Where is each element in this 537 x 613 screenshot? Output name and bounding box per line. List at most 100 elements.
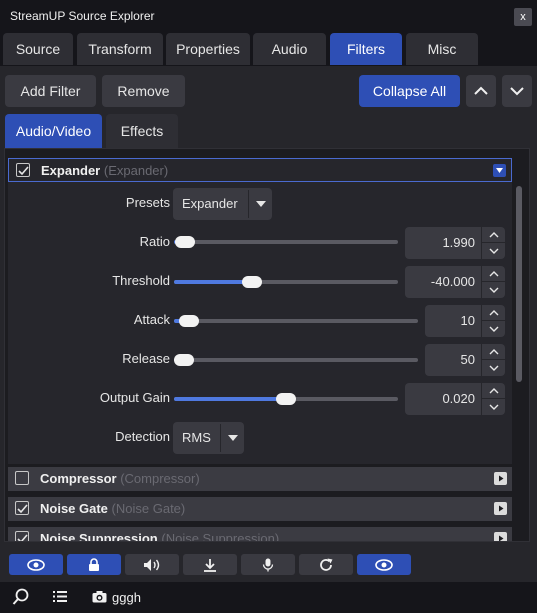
slider-handle[interactable]	[178, 315, 199, 327]
presets-value: Expander	[182, 196, 238, 211]
release-value: 50	[460, 352, 475, 367]
filter-type: (Noise Gate)	[111, 501, 186, 516]
eye-icon	[27, 558, 45, 571]
filter-enable-checkbox[interactable]	[15, 531, 29, 541]
lock-toggle-button[interactable]	[67, 554, 121, 575]
release-spinbox[interactable]: 50	[425, 344, 506, 376]
eye-icon	[375, 558, 393, 571]
increment-button[interactable]	[482, 266, 506, 282]
expand-toggle[interactable]	[494, 502, 507, 515]
subtab-effects[interactable]: Effects	[106, 114, 178, 148]
increment-button[interactable]	[482, 383, 506, 399]
detection-dropdown[interactable]: RMS	[173, 422, 244, 454]
close-button[interactable]: x	[514, 8, 532, 26]
threshold-spinbox[interactable]: -40.000	[405, 266, 506, 298]
download-icon	[204, 558, 216, 572]
tab-transform[interactable]: Transform	[77, 33, 163, 65]
list-clip: Noise Suppression (Noise Suppression)	[0, 526, 537, 541]
slider-handle[interactable]	[174, 354, 194, 366]
refresh-button[interactable]	[299, 554, 353, 575]
ratio-value: 1.990	[442, 235, 475, 250]
speaker-icon	[144, 558, 160, 571]
ratio-slider[interactable]	[174, 236, 398, 248]
microphone-icon	[262, 558, 274, 571]
tab-properties[interactable]: Properties	[166, 33, 250, 65]
filter-type: (Compressor)	[120, 471, 200, 486]
decrement-button[interactable]	[482, 321, 506, 337]
threshold-label: Threshold	[112, 273, 170, 288]
increment-button[interactable]	[482, 227, 506, 243]
filter-name: Noise Suppression	[40, 531, 158, 541]
vertical-scrollbar[interactable]	[516, 182, 524, 534]
slider-handle[interactable]	[175, 236, 196, 248]
checkmark-icon	[17, 504, 28, 514]
slider-fill	[174, 280, 253, 284]
visibility-toggle-button-2[interactable]	[357, 554, 411, 575]
scrollbar-thumb[interactable]	[516, 186, 522, 382]
visibility-toggle-button[interactable]	[9, 554, 63, 575]
dropdown-arrow-icon	[256, 201, 266, 207]
attack-slider[interactable]	[174, 315, 418, 327]
chevron-down-icon	[489, 404, 499, 410]
search-icon[interactable]	[12, 588, 30, 606]
tab-misc[interactable]: Misc	[406, 33, 478, 65]
filter-name: Compressor	[40, 471, 117, 486]
add-filter-button[interactable]: Add Filter	[5, 75, 96, 107]
slider-handle[interactable]	[242, 276, 263, 288]
decrement-button[interactable]	[482, 243, 506, 259]
filter-enable-checkbox[interactable]	[15, 471, 29, 485]
chevron-up-icon	[489, 388, 499, 394]
audio-toggle-button[interactable]	[125, 554, 179, 575]
spin-buttons	[481, 383, 506, 415]
decrement-button[interactable]	[482, 399, 506, 415]
filter-enable-checkbox[interactable]	[15, 501, 29, 515]
increment-button[interactable]	[482, 344, 506, 360]
increment-button[interactable]	[482, 305, 506, 321]
output-gain-spinbox[interactable]: 0.020	[405, 383, 506, 415]
download-button[interactable]	[183, 554, 237, 575]
source-name: gggh	[112, 590, 141, 605]
decrement-button[interactable]	[482, 282, 506, 298]
spin-buttons	[481, 266, 506, 298]
tab-audio[interactable]: Audio	[253, 33, 326, 65]
spin-buttons	[481, 227, 506, 259]
threshold-slider[interactable]	[174, 276, 398, 288]
expand-toggle[interactable]	[494, 472, 507, 485]
release-slider[interactable]	[174, 354, 418, 366]
list-icon[interactable]	[53, 590, 67, 603]
ratio-label: Ratio	[139, 234, 170, 249]
combo-separator	[220, 424, 221, 452]
microphone-button[interactable]	[241, 554, 295, 575]
chevron-down-icon	[489, 365, 499, 371]
window-title: StreamUP Source Explorer	[10, 9, 155, 23]
filter-header-compressor[interactable]: Compressor (Compressor)	[8, 467, 512, 491]
slider-handle[interactable]	[276, 393, 296, 405]
output-gain-slider[interactable]	[174, 393, 398, 405]
filter-header-expander[interactable]: Expander (Expander)	[8, 158, 512, 182]
chevron-down-icon	[510, 87, 524, 96]
attack-spinbox[interactable]: 10	[425, 305, 506, 337]
expand-toggle[interactable]	[494, 532, 507, 541]
status-bar: gggh	[0, 582, 537, 613]
presets-dropdown[interactable]: Expander	[173, 188, 272, 220]
decrement-button[interactable]	[482, 360, 506, 376]
release-label: Release	[122, 351, 170, 366]
lock-icon	[89, 557, 99, 571]
checkmark-icon	[17, 534, 28, 541]
tab-source[interactable]: Source	[3, 33, 73, 65]
move-down-button[interactable]	[502, 75, 532, 107]
output-gain-label: Output Gain	[99, 390, 170, 405]
attack-value: 10	[460, 313, 475, 328]
ratio-spinbox[interactable]: 1.990	[405, 227, 506, 259]
filter-header-noise-suppression[interactable]: Noise Suppression (Noise Suppression)	[8, 527, 512, 541]
triangle-right-icon	[499, 475, 504, 482]
collapse-all-button[interactable]: Collapse All	[359, 75, 460, 107]
collapse-toggle[interactable]	[493, 164, 506, 177]
tab-filters[interactable]: Filters	[330, 33, 402, 65]
remove-button[interactable]: Remove	[102, 75, 185, 107]
subtab-audio-video[interactable]: Audio/Video	[5, 114, 102, 148]
filter-type: (Noise Suppression)	[161, 531, 280, 541]
filter-header-noise-gate[interactable]: Noise Gate (Noise Gate)	[8, 497, 512, 521]
move-up-button[interactable]	[466, 75, 496, 107]
filter-enable-checkbox[interactable]	[16, 163, 30, 177]
